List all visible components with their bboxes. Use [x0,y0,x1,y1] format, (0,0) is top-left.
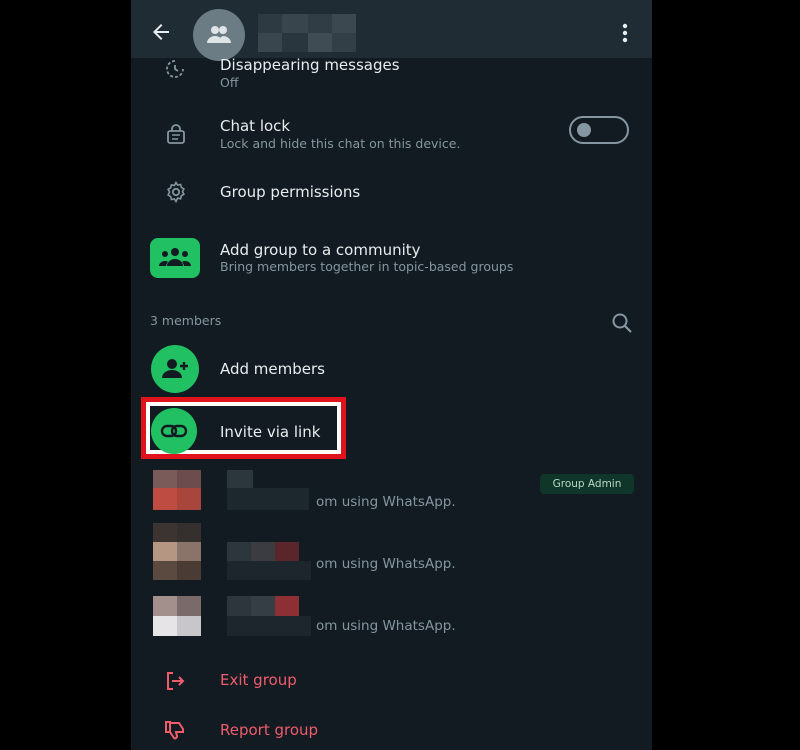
chat-lock-icon [164,122,188,150]
chat-lock-title: Chat lock [220,117,291,135]
disappearing-messages-status: Off [220,75,239,90]
group-icon [207,26,231,43]
exit-group-label: Exit group [220,671,297,689]
arrow-left-icon[interactable] [149,20,173,44]
more-vert-icon[interactable] [619,22,631,44]
top-app-bar [131,0,652,61]
thumbs-down-icon [163,718,187,746]
add-person-icon [151,345,199,393]
search-icon[interactable] [611,312,633,338]
group-admin-badge: Group Admin [540,474,634,494]
chat-lock-toggle[interactable] [569,116,629,144]
link-icon [151,408,197,454]
report-group-label: Report group [220,721,319,739]
group-permissions-title: Group permissions [220,183,361,201]
member-avatar-redacted [131,596,313,636]
member-status: om using WhatsApp. [316,494,456,510]
community-title: Add group to a community [220,241,421,259]
exit-icon [163,669,187,697]
community-subtitle: Bring members together in topic-based gr… [220,259,514,274]
members-count: 3 members [150,313,222,328]
disappearing-messages-title: Disappearing messages [220,56,400,74]
toggle-knob [577,123,591,137]
timer-icon [164,58,186,84]
invite-via-link-label: Invite via link [220,423,321,441]
group-name-redacted [258,14,356,52]
community-icon [150,238,200,278]
member-avatar-redacted [131,470,311,516]
member-status: om using WhatsApp. [316,556,456,572]
member-status: om using WhatsApp. [316,618,456,634]
group-avatar[interactable] [193,9,245,61]
member-avatar-redacted [131,523,313,580]
add-members-label: Add members [220,360,325,378]
group-info-screen: Disappearing messages Off Chat lock Lock… [131,0,652,750]
chat-lock-subtitle: Lock and hide this chat on this device. [220,136,461,151]
gear-icon [164,180,188,208]
